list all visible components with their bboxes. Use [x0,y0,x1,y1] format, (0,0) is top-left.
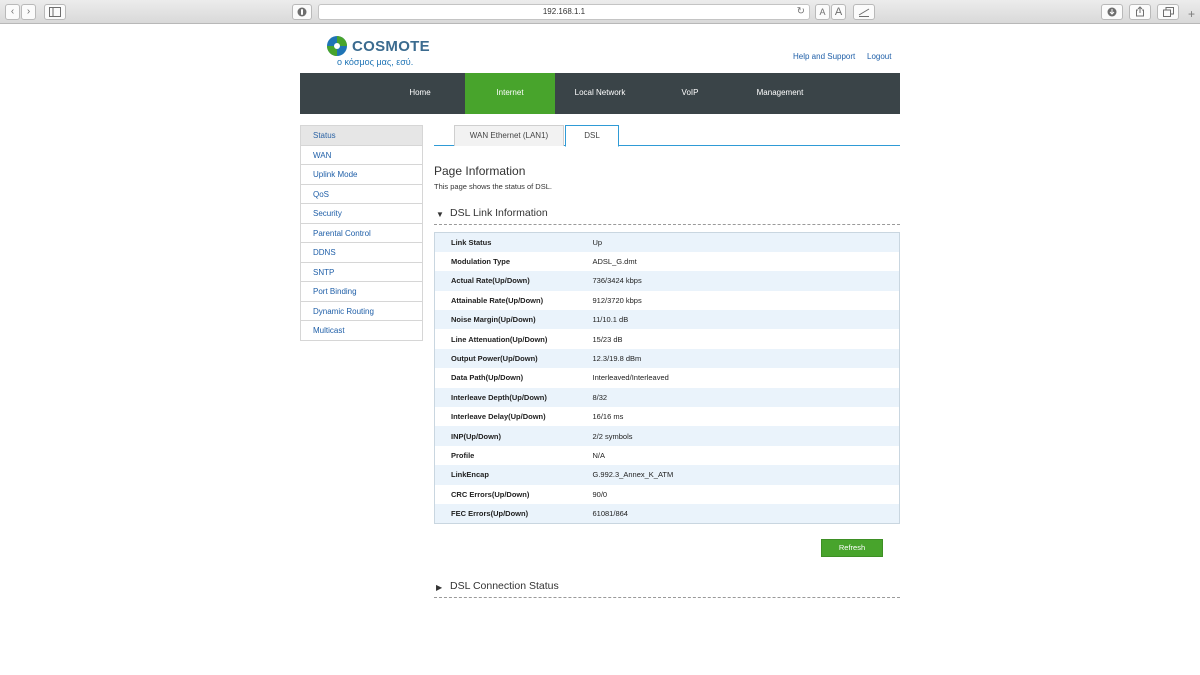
table-row: CRC Errors(Up/Down) 90/0 [434,484,900,504]
row-value: 61081/864 [592,503,900,524]
row-label: Interleave Delay(Up/Down) [434,407,593,427]
text-larger-button[interactable]: A [831,4,846,20]
row-value: 12.3/19.8 dBm [592,348,900,369]
row-value: Interleaved/Interleaved [592,368,900,388]
page-title: Page Information [434,164,526,178]
browser-toolbar: ‹ › 192.168.1.1 ↻ A A + [0,0,1200,24]
row-label: Output Power(Up/Down) [434,348,593,369]
privacy-icon[interactable] [292,4,312,20]
table-row: Profile N/A [434,445,900,466]
cosmote-logo: COSMOTE ο κόσμος μας, εσύ. [326,33,466,71]
brand-tagline: ο κόσμος μας, εσύ. [337,57,414,67]
sidebar-item-sntp[interactable]: SNTP [301,262,422,282]
tab-wan-ethernet[interactable]: WAN Ethernet (LAN1) [454,125,564,146]
row-label: Link Status [434,232,593,252]
table-row: Actual Rate(Up/Down) 736/3424 kbps [434,271,900,291]
sidebar-item-qos[interactable]: QoS [301,184,422,204]
url-text: 192.168.1.1 [542,7,586,16]
sidebar-item-uplink-mode[interactable]: Uplink Mode [301,165,422,185]
row-value: 90/0 [592,484,900,504]
row-value: G.992.3_Annex_K_ATM [592,465,900,485]
nav-voip[interactable]: VoIP [645,73,735,114]
row-label: LinkEncap [434,465,593,485]
address-bar[interactable]: 192.168.1.1 ↻ [318,4,810,20]
sidebar-item-wan[interactable]: WAN [301,145,422,165]
row-label: Line Attenuation(Up/Down) [434,329,593,349]
row-label: Attainable Rate(Up/Down) [434,290,593,311]
row-label: Data Path(Up/Down) [434,368,593,388]
reader-icon[interactable] [853,4,875,20]
main-nav: Home Internet Local Network VoIP Managem… [300,73,900,114]
table-row: Output Power(Up/Down) 12.3/19.8 dBm [434,348,900,369]
help-support-link[interactable]: Help and Support [793,52,855,61]
row-label: INP(Up/Down) [434,426,593,446]
sidebar-item-parental-control[interactable]: Parental Control [301,223,422,243]
page-description: This page shows the status of DSL. [434,182,552,191]
row-value: 2/2 symbols [592,426,900,446]
sidebar: Status WAN Uplink Mode QoS Security Pare… [300,125,423,341]
sidebar-item-dynamic-routing[interactable]: Dynamic Routing [301,301,422,321]
downloads-icon[interactable] [1101,4,1123,20]
row-value: 8/32 [592,387,900,408]
row-value: 16/16 ms [592,407,900,427]
row-label: Interleave Depth(Up/Down) [434,387,593,408]
back-icon[interactable]: ‹ [5,4,20,20]
section-title: DSL Link Information [450,207,548,219]
row-value: 15/23 dB [592,329,900,349]
cosmote-logo-mark-icon [327,36,347,56]
table-row: Attainable Rate(Up/Down) 912/3720 kbps [434,290,900,311]
sidebar-item-status[interactable]: Status [301,126,422,146]
nav-management[interactable]: Management [735,73,825,114]
sidebar-item-multicast[interactable]: Multicast [301,321,422,341]
table-row: INP(Up/Down) 2/2 symbols [434,426,900,446]
nav-home[interactable]: Home [380,73,460,114]
row-value: 912/3720 kbps [592,290,900,311]
collapsed-triangle-icon: ▶ [436,583,443,592]
table-row: Modulation Type ADSL_G.dmt [434,251,900,272]
nav-local-network[interactable]: Local Network [555,73,645,114]
table-row: Line Attenuation(Up/Down) 15/23 dB [434,329,900,349]
expanded-triangle-icon: ▼ [436,210,444,219]
tabs-overview-icon[interactable] [1157,4,1179,20]
table-row: LinkEncap G.992.3_Annex_K_ATM [434,465,900,485]
row-label: FEC Errors(Up/Down) [434,503,593,524]
reload-icon[interactable]: ↻ [797,6,805,17]
row-value: ADSL_G.dmt [592,251,900,272]
section-title: DSL Connection Status [450,580,559,592]
text-smaller-button[interactable]: A [815,4,830,20]
table-row: Noise Margin(Up/Down) 11/10.1 dB [434,310,900,330]
row-label: Profile [434,445,593,466]
row-value: 736/3424 kbps [592,271,900,291]
table-row: Interleave Depth(Up/Down) 8/32 [434,387,900,408]
row-label: Modulation Type [434,251,593,272]
sidebar-item-port-binding[interactable]: Port Binding [301,282,422,302]
logout-link[interactable]: Logout [867,52,891,61]
row-label: Actual Rate(Up/Down) [434,271,593,291]
sidebar-toggle-icon[interactable] [44,4,66,20]
row-label: Noise Margin(Up/Down) [434,310,593,330]
refresh-button[interactable]: Refresh [821,539,883,557]
forward-icon[interactable]: › [21,4,36,20]
dsl-connection-section-header[interactable]: ▶ DSL Connection Status [434,580,900,598]
new-tab-icon[interactable]: + [1188,8,1195,20]
tab-dsl[interactable]: DSL [565,125,619,147]
dsl-link-section-header[interactable]: ▼ DSL Link Information [434,207,900,225]
tab-bar: WAN Ethernet (LAN1) DSL [434,125,900,147]
table-row: Interleave Delay(Up/Down) 16/16 ms [434,407,900,427]
dsl-link-table: Link Status Up Modulation Type ADSL_G.dmt … [434,232,900,524]
table-row: Data Path(Up/Down) Interleaved/Interleave… [434,368,900,388]
row-label: CRC Errors(Up/Down) [434,484,593,504]
sidebar-item-ddns[interactable]: DDNS [301,243,422,263]
row-value: 11/10.1 dB [592,310,900,330]
nav-internet[interactable]: Internet [465,73,555,114]
row-value: N/A [592,445,900,466]
row-value: Up [592,232,900,252]
brand-name: COSMOTE [352,38,430,55]
table-row: Link Status Up [434,232,900,252]
table-row: FEC Errors(Up/Down) 61081/864 [434,503,900,524]
share-icon[interactable] [1129,4,1151,20]
sidebar-item-security[interactable]: Security [301,204,422,224]
